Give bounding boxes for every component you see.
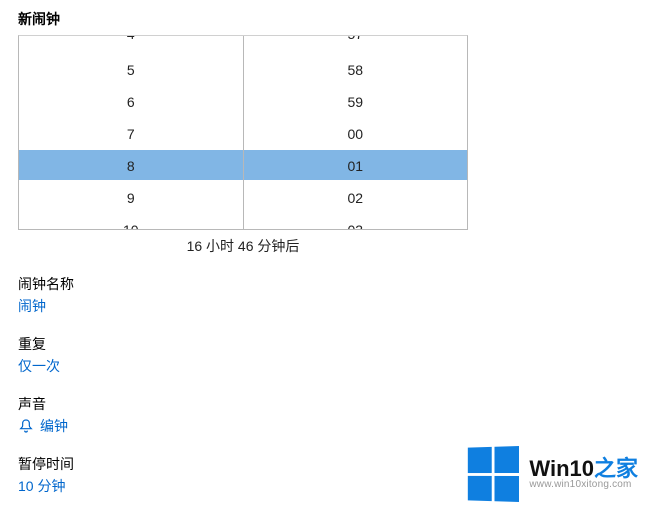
minute-option[interactable]: 57 [244,36,468,54]
minute-column[interactable]: 57 58 59 00 01 02 03 [244,36,468,229]
sound-label: 声音 [18,394,650,414]
windows-logo-icon [468,446,519,502]
time-until-alarm: 16 小时 46 分钟后 [0,236,486,256]
alarm-name-value[interactable]: 闹钟 [18,296,650,316]
watermark: Win10之家 www.win10xitong.com [463,446,638,502]
repeat-label: 重复 [18,334,650,354]
minute-option-selected[interactable]: 00 [244,118,468,150]
watermark-url: www.win10xitong.com [529,480,631,491]
hour-option[interactable]: 4 [19,36,243,54]
hour-option[interactable]: 6 [19,86,243,118]
hour-option[interactable]: 8 [19,150,243,182]
bell-icon [18,418,34,434]
section-repeat[interactable]: 重复 仅一次 [0,334,650,376]
minute-option[interactable]: 03 [244,214,468,230]
hour-option[interactable]: 9 [19,182,243,214]
sound-value[interactable]: 编钟 [18,416,650,436]
hour-option[interactable]: 10 [19,214,243,230]
minute-option[interactable]: 01 [244,150,468,182]
sound-value-text: 编钟 [40,416,68,436]
hour-option[interactable]: 5 [19,54,243,86]
hour-option-selected[interactable]: 7 [19,118,243,150]
page-title: 新闹钟 [0,0,650,35]
alarm-name-label: 闹钟名称 [18,274,650,294]
watermark-brand: Win10之家 [529,457,638,480]
minute-option[interactable]: 58 [244,54,468,86]
repeat-value[interactable]: 仅一次 [18,356,650,376]
hour-column[interactable]: 4 5 6 7 8 9 10 [19,36,244,229]
section-sound[interactable]: 声音 编钟 [0,394,650,436]
time-picker[interactable]: 4 5 6 7 8 9 10 57 58 59 00 01 02 03 [18,35,468,230]
section-alarm-name[interactable]: 闹钟名称 闹钟 [0,274,650,316]
minute-option[interactable]: 02 [244,182,468,214]
minute-option[interactable]: 59 [244,86,468,118]
